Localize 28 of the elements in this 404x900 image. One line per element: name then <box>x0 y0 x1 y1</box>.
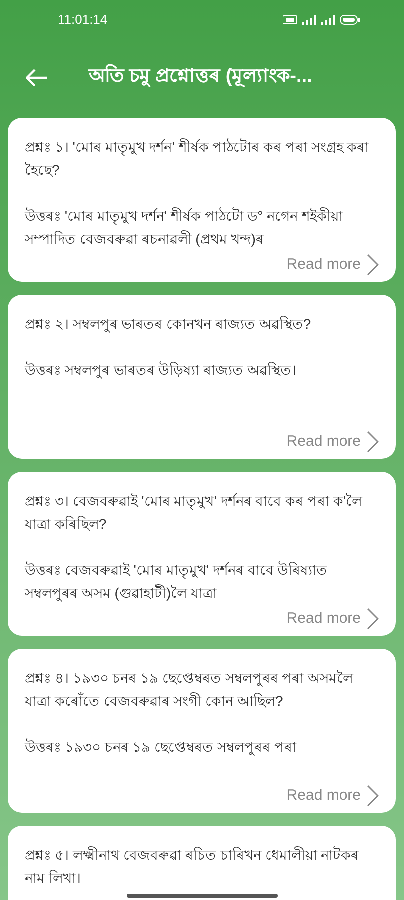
question-card[interactable]: প্ৰশ্নঃ ১। 'মোৰ মাতৃমুখ দৰ্শন' শীৰ্ষক পাঠটোৰ কৰ পৰা সংগ্ৰহ কৰা হৈছে? উত্তৰঃ 'মোৰ মাতৃমুখ দৰ্শন' শীৰ্ষক পাঠটো ড° নগেন শইকীয়া সম্পাদিত বেজবৰুৱা ৰচনাৱলী (প্ৰথম খন্দ)ৰ Read more <box>8 118 396 282</box>
question-card[interactable]: প্ৰশ্নঃ ৫। লক্ষ্মীনাথ বেজবৰুৱা ৰচিত চাৰিখন ধেমালীয়া নাটকৰ নাম লিখা। <box>8 826 396 900</box>
battery-icon <box>340 15 360 25</box>
question-text: প্ৰশ্নঃ ৫। লক্ষ্মীনাথ বেজবৰুৱা ৰচিত চাৰিখন ধেমালীয়া নাটকৰ নাম লিখা। <box>25 846 360 888</box>
question-card[interactable]: প্ৰশ্নঃ ৩। বেজবৰুৱাই 'মোৰ মাতৃমুখ' দৰ্শনৰ বাবে কৰ পৰা ক'লৈ যাত্ৰা কৰিছিল? উত্তৰঃ বেজবৰুৱাই 'মোৰ মাতৃমুখ' দৰ্শনৰ বাবে উৰিষ্যাত সম্বলপুৰৰ অসম (গুৱাহাটী)লৈ যাত্ৰা Read more <box>8 472 396 636</box>
read-more-link[interactable]: Read more <box>286 607 379 630</box>
answer-text: উত্তৰঃ 'মোৰ মাতৃমুখ দৰ্শন' শীৰ্ষক পাঠটো ড° নগেন শইকীয়া সম্পাদিত বেজবৰুৱা ৰচনাৱলী (প্ৰথম খন্দ)ৰ <box>25 206 344 249</box>
chevron-right-icon <box>367 254 379 276</box>
chevron-right-icon <box>367 784 379 806</box>
read-more-link[interactable]: Read more <box>286 253 379 276</box>
answer-text: উত্তৰঃ সম্বলপুৰ ভাৰতৰ উড়িষ্যা ৰাজ্যত অৱস্থিত। <box>25 360 298 381</box>
question-text: প্ৰশ্নঃ ৪। ১৯৩০ চনৰ ১৯ ছেপ্তেম্বৰত সম্বলপুৰৰ পৰা অসমলৈ যাত্ৰা কৰোঁতে বেজবৰুৱাৰ সংগী কোন আছিল? <box>25 669 355 711</box>
page-title: অতি চমু প্ৰশ্নোত্তৰ (মূল্যাংক-... <box>89 63 312 90</box>
signal-icon <box>321 15 335 25</box>
question-text: প্ৰশ্নঃ ১। 'মোৰ মাতৃমুখ দৰ্শন' শীৰ্ষক পাঠটোৰ কৰ পৰা সংগ্ৰহ কৰা হৈছে? <box>25 138 370 180</box>
read-more-link[interactable]: Read more <box>286 784 379 807</box>
answer-text: উত্তৰঃ বেজবৰুৱাই 'মোৰ মাতৃমুখ' দৰ্শনৰ বাবে উৰিষ্যাত সম্বলপুৰৰ অসম (গুৱাহাটী)লৈ যাত্ৰা <box>25 560 329 604</box>
status-time: 11:01:14 <box>58 11 108 30</box>
question-text: প্ৰশ্নঃ ২। সম্বলপুৰ ভাৰতৰ কোনখন ৰাজ্যত অৱস্থিত? <box>25 315 312 335</box>
question-text: প্ৰশ্নঃ ৩। বেজবৰুৱাই 'মোৰ মাতৃমুখ' দৰ্শনৰ বাবে কৰ পৰা ক'লৈ যাত্ৰা কৰিছিল? <box>25 492 364 534</box>
network-icon <box>283 15 297 25</box>
signal-icon <box>302 15 316 25</box>
chevron-right-icon <box>367 608 379 630</box>
read-more-link[interactable]: Read more <box>286 430 379 453</box>
question-card[interactable]: প্ৰশ্নঃ ২। সম্বলপুৰ ভাৰতৰ কোনখন ৰাজ্যত অৱস্থিত? উত্তৰঃ সম্বলপুৰ ভাৰতৰ উড়িষ্যা ৰাজ্যত অৱস্থিত। Read more <box>8 295 396 459</box>
question-card[interactable]: প্ৰশ্নঃ ৪। ১৯৩০ চনৰ ১৯ ছেপ্তেম্বৰত সম্বলপুৰৰ পৰা অসমলৈ যাত্ৰা কৰোঁতে বেজবৰুৱাৰ সংগী কোন আছিল? উত্তৰঃ ১৯৩০ চনৰ ১৯ ছেপ্তেম্বৰত সম্বলপুৰৰ পৰা Read more <box>8 649 396 813</box>
chevron-right-icon <box>367 430 379 452</box>
answer-text: উত্তৰঃ ১৯৩০ চনৰ ১৯ ছেপ্তেম্বৰত সম্বলপুৰৰ পৰা <box>25 738 298 758</box>
